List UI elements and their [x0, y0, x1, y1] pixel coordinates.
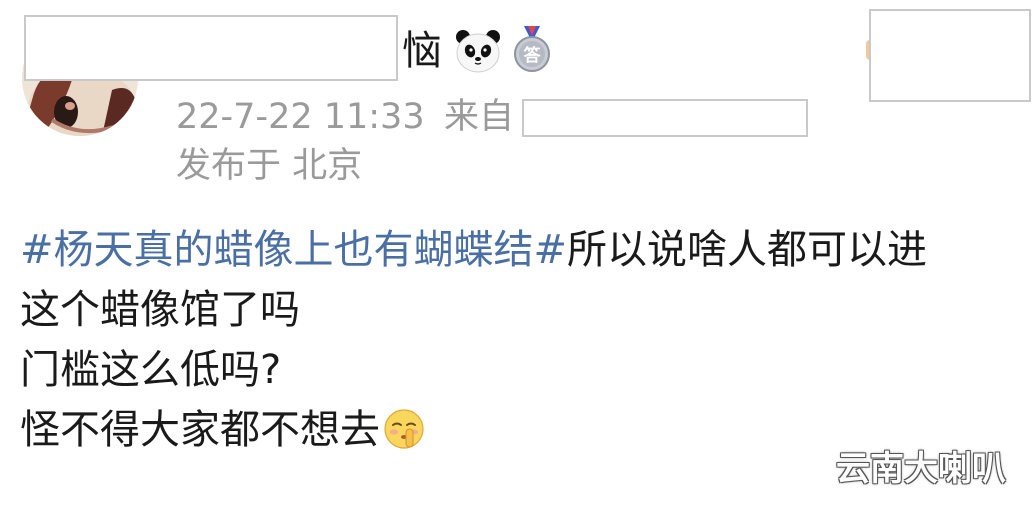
hashtag-link[interactable]: #杨天真的蜡像上也有蝴蝶结#	[20, 227, 567, 273]
shushing-face-icon	[382, 407, 426, 451]
post-timestamp: 22-7-22 11:33	[176, 97, 425, 137]
post-line-1: #杨天真的蜡像上也有蝴蝶结#所以说啥人都可以进	[20, 220, 1030, 280]
source-label: 来自	[444, 97, 515, 137]
svg-text:答: 答	[524, 45, 542, 66]
redacted-follow-button[interactable]	[869, 9, 1031, 102]
redacted-username	[24, 15, 398, 81]
post-line-3: 门槛这么低吗?	[20, 347, 282, 393]
post-content: #杨天真的蜡像上也有蝴蝶结#所以说啥人都可以进 这个蜡像馆了吗 门槛这么低吗? …	[20, 220, 1030, 460]
panda-icon	[454, 28, 502, 74]
watermark: 云南大喇叭	[836, 449, 1006, 489]
redacted-source	[522, 99, 808, 137]
post-text-4: 怪不得大家都不想去	[20, 407, 380, 453]
username-suffix[interactable]: 恼	[402, 24, 442, 78]
post-text-1: 所以说啥人都可以进	[567, 227, 928, 273]
post-line-2: 这个蜡像馆了吗	[20, 287, 300, 333]
medal-icon: 答	[510, 24, 554, 74]
post-location: 发布于 北京	[176, 146, 363, 186]
